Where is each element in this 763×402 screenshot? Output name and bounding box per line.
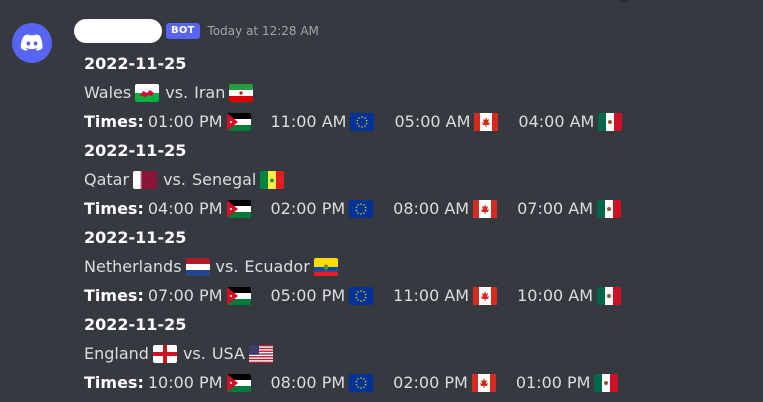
eu-flag-icon — [349, 286, 374, 305]
time-value: 11:00 AM — [393, 286, 470, 305]
team-away: Ecuador — [244, 257, 310, 276]
username-redacted[interactable] — [74, 19, 162, 43]
time-entry: 05:00 PM — [271, 281, 378, 310]
time-value: 08:00 AM — [393, 199, 470, 218]
team-home: Qatar — [84, 170, 130, 189]
time-entry: 07:00 AM — [517, 194, 625, 223]
vs-text: vs. — [215, 257, 239, 276]
wales-flag-icon — [135, 83, 160, 102]
eu-flag-icon — [350, 112, 375, 131]
canada-flag-icon — [473, 199, 498, 218]
iran-flag-icon — [229, 83, 254, 102]
bot-avatar[interactable] — [12, 23, 52, 63]
match-times: Times: 10:00 PM 08:00 PM 02:00 PM 01:00 PM — [84, 368, 744, 397]
discord-logo-icon — [20, 34, 43, 51]
team-home: England — [84, 344, 149, 363]
time-value: 10:00 PM — [147, 373, 223, 392]
time-value: 05:00 AM — [394, 112, 471, 131]
times-label: Times: — [84, 286, 144, 305]
time-value: 04:00 PM — [147, 199, 223, 218]
time-entry: 04:00 AM — [518, 107, 626, 136]
team-away: USA — [211, 344, 245, 363]
time-entry: 08:00 PM — [271, 368, 378, 397]
time-value: 11:00 AM — [270, 112, 347, 131]
message-timestamp[interactable]: Today at 12:28 AM — [208, 24, 319, 38]
match-times: Times: 07:00 PM 05:00 PM 11:00 AM 10:00 AM — [84, 281, 744, 310]
message-content: 2022-11-25 Wales vs. Iran Times: 01:00 PM 11:0… — [84, 49, 744, 397]
time-entry: 11:00 AM — [271, 107, 379, 136]
time-entry: 11:00 AM — [393, 281, 501, 310]
canada-flag-icon — [471, 373, 496, 392]
eu-flag-icon — [349, 373, 374, 392]
mexico-flag-icon — [597, 286, 622, 305]
times-label: Times: — [84, 199, 144, 218]
time-value: 05:00 PM — [270, 286, 346, 305]
time-entry: 04:00 PM — [148, 194, 255, 223]
team-away: Senegal — [191, 170, 257, 189]
vs-text: vs. — [165, 83, 189, 102]
jordan-flag-icon — [226, 373, 251, 392]
team-home: Netherlands — [84, 257, 182, 276]
message-header: BOT Today at 12:28 AM — [74, 19, 319, 43]
match-date: 2022-11-25 — [84, 315, 187, 334]
team-away: Iran — [194, 83, 226, 102]
mexico-flag-icon — [594, 373, 619, 392]
england-flag-icon — [152, 344, 177, 363]
match-teams: Netherlands vs. Ecuador — [84, 252, 744, 281]
time-value: 01:00 PM — [147, 112, 223, 131]
time-entry: 01:00 PM — [516, 368, 623, 397]
times-label: Times: — [84, 112, 144, 131]
match-teams: Qatar vs. Senegal — [84, 165, 744, 194]
time-value: 08:00 PM — [270, 373, 346, 392]
match-date: 2022-11-25 — [84, 228, 187, 247]
vs-text: vs. — [182, 344, 206, 363]
time-entry: 02:00 PM — [393, 368, 500, 397]
time-entry: 05:00 AM — [394, 107, 502, 136]
match-date: 2022-11-25 — [84, 54, 187, 73]
jordan-flag-icon — [226, 112, 251, 131]
match-teams: Wales vs. Iran — [84, 78, 744, 107]
qatar-flag-icon — [133, 170, 158, 189]
time-value: 04:00 AM — [518, 112, 595, 131]
jordan-flag-icon — [226, 286, 251, 305]
canada-flag-icon — [473, 286, 498, 305]
usa-flag-icon — [248, 344, 273, 363]
times-label: Times: — [84, 373, 144, 392]
match-teams: England vs. USA — [84, 339, 744, 368]
time-entry: 02:00 PM — [271, 194, 378, 223]
vs-text: vs. — [163, 170, 186, 189]
time-value: 02:00 PM — [393, 373, 468, 392]
bot-tag: BOT — [166, 23, 200, 39]
divider — [620, 0, 628, 2]
mexico-flag-icon — [598, 112, 623, 131]
time-entry: 10:00 PM — [148, 368, 255, 397]
time-entry: 07:00 PM — [148, 281, 255, 310]
senegal-flag-icon — [260, 170, 285, 189]
time-value: 07:00 PM — [147, 286, 223, 305]
team-home: Wales — [84, 83, 132, 102]
match-date: 2022-11-25 — [84, 141, 187, 160]
match-times: Times: 01:00 PM 11:00 AM 05:00 AM 04:00 AM — [84, 107, 744, 136]
time-value: 02:00 PM — [270, 199, 346, 218]
time-value: 01:00 PM — [515, 373, 591, 392]
time-entry: 10:00 AM — [517, 281, 625, 310]
eu-flag-icon — [349, 199, 374, 218]
mexico-flag-icon — [597, 199, 622, 218]
time-entry: 01:00 PM — [148, 107, 255, 136]
jordan-flag-icon — [226, 199, 251, 218]
time-value: 10:00 AM — [517, 286, 594, 305]
time-entry: 08:00 AM — [393, 194, 501, 223]
canada-flag-icon — [474, 112, 499, 131]
netherlands-flag-icon — [185, 257, 210, 276]
time-value: 07:00 AM — [517, 199, 594, 218]
ecuador-flag-icon — [313, 257, 338, 276]
match-times: Times: 04:00 PM 02:00 PM 08:00 AM 07:00 AM — [84, 194, 744, 223]
